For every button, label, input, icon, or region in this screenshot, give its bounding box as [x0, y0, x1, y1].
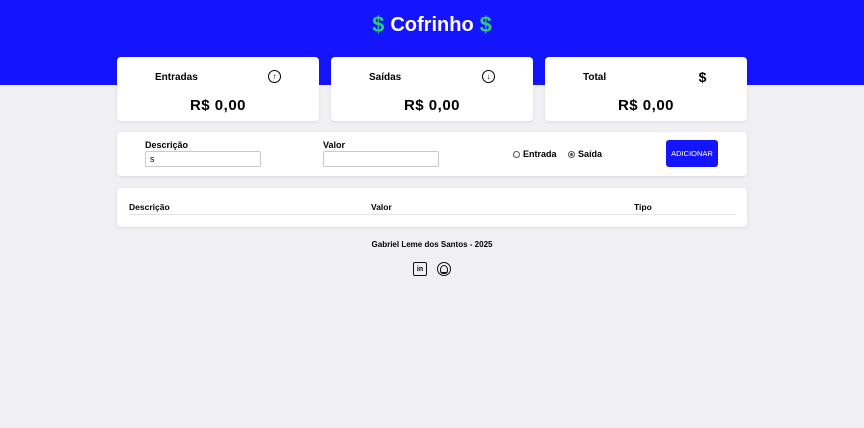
dollar-icon: $	[479, 12, 492, 37]
app-title-text: Cofrinho	[390, 13, 474, 36]
column-header-valor: Valor	[371, 202, 392, 212]
radio-entrada[interactable]: Entrada	[513, 149, 557, 159]
radio-saida-circle[interactable]	[568, 150, 575, 158]
card-value: R$ 0,00	[403, 97, 461, 114]
dollar-icon: $	[698, 68, 707, 85]
transaction-form: Descrição Valor Entrada Saída ADICIONAR	[117, 132, 747, 176]
value-label: Valor	[323, 140, 346, 150]
radio-entrada-label: Entrada	[523, 149, 557, 159]
arrow-up-circle-icon: ↑	[268, 70, 281, 83]
radio-saida[interactable]: Saída	[568, 149, 602, 159]
description-label: Descrição	[145, 140, 189, 150]
summary-card-total: Total $ R$ 0,00	[545, 57, 747, 121]
github-icon[interactable]	[437, 262, 451, 276]
footer-credit: Gabriel Leme dos Santos - 2025	[371, 240, 493, 249]
transactions-table: Descrição Valor Tipo	[117, 188, 747, 227]
card-value: R$ 0,00	[617, 97, 675, 114]
social-links: in	[0, 262, 864, 276]
card-title: Saídas	[369, 72, 402, 83]
radio-saida-label: Saída	[578, 149, 603, 159]
card-title: Total	[583, 72, 607, 83]
linkedin-icon[interactable]: in	[413, 262, 427, 276]
card-title: Entradas	[155, 72, 198, 83]
summary-card-saidas: Saídas ↓ R$ 0,00	[331, 57, 533, 121]
radio-entrada-circle[interactable]	[513, 150, 520, 158]
summary-card-entradas: Entradas ↑ R$ 0,00	[117, 57, 319, 121]
description-input[interactable]	[145, 151, 261, 167]
table-header-divider	[129, 214, 735, 215]
column-header-tipo: Tipo	[634, 202, 652, 212]
add-button[interactable]: ADICIONAR	[666, 140, 718, 167]
dollar-icon: $	[372, 12, 385, 37]
arrow-down-circle-icon: ↓	[482, 70, 495, 83]
card-value: R$ 0,00	[189, 97, 247, 114]
value-input[interactable]	[323, 151, 439, 167]
app-title: $ Cofrinho $	[0, 12, 864, 38]
column-header-descricao: Descrição	[129, 202, 170, 212]
